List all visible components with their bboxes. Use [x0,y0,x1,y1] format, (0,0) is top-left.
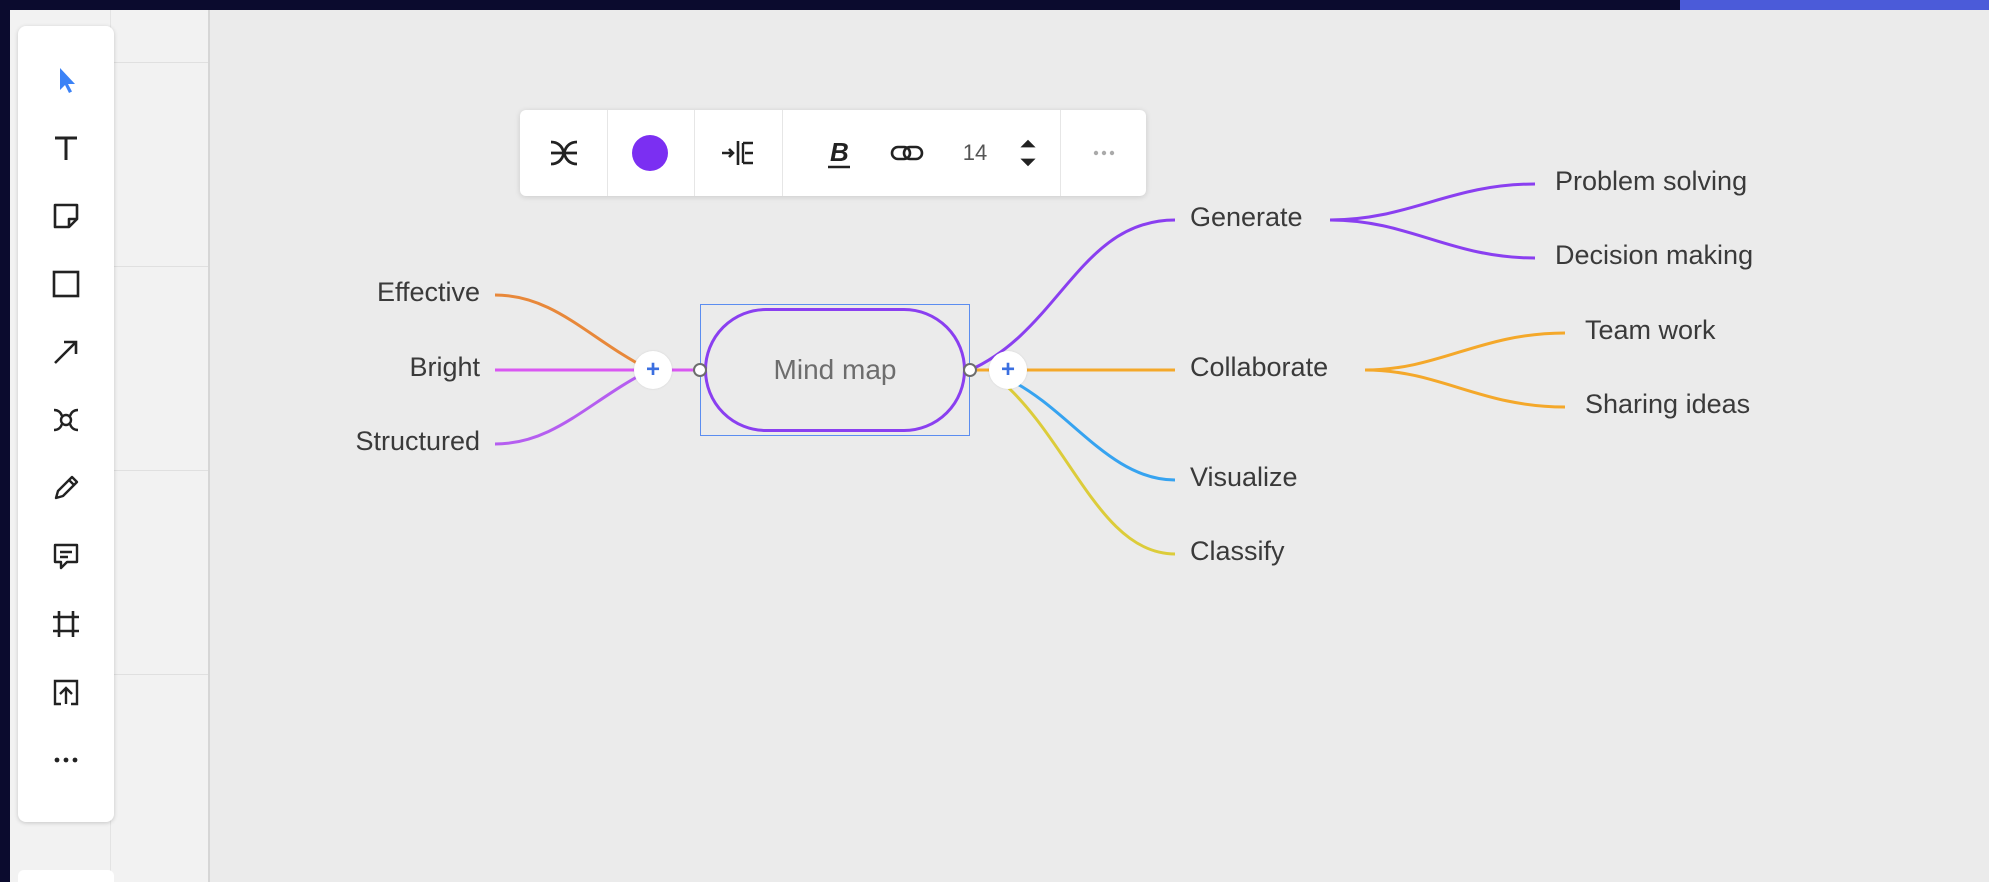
branch-sharing-ideas [1364,368,1566,409]
node-color-button[interactable] [620,123,680,183]
center-node-label: Mind map [773,354,897,385]
bold-button[interactable]: B [814,123,864,183]
link-button[interactable] [880,123,934,183]
more-horizontal-icon [1093,150,1115,156]
node-decision-making[interactable]: Decision making [1555,239,1753,271]
node-generate[interactable]: Generate [1190,201,1303,233]
add-left-child-button[interactable]: + [634,351,672,389]
node-context-toolbar: B 14 [520,110,1146,196]
center-node[interactable]: Mind map [704,308,966,432]
node-structured[interactable]: Structured [260,425,480,457]
color-swatch-icon [632,135,668,171]
node-team-work[interactable]: Team work [1585,314,1716,346]
node-problem-solving[interactable]: Problem solving [1555,165,1747,197]
branch-problem-solving [1329,182,1536,222]
separator [607,110,608,196]
node-visualize[interactable]: Visualize [1190,461,1298,493]
node-sharing-ideas[interactable]: Sharing ideas [1585,388,1750,420]
branch-decision-making [1329,218,1536,260]
center-node-selection[interactable]: Mind map [700,304,970,436]
node-classify[interactable]: Classify [1190,535,1285,567]
stepper-arrows-icon [1020,139,1036,167]
font-size-value: 14 [962,140,988,165]
mind-map-layout-icon [550,140,578,166]
separator [694,110,695,196]
branch-structured [494,368,651,446]
branch-direction-button[interactable] [708,123,768,183]
left-connection-handle[interactable] [693,363,707,377]
branch-visualize [1009,378,1176,482]
branch-effective [494,293,651,372]
bold-icon: B [828,137,850,169]
plus-icon: + [1000,356,1015,383]
branch-direction-icon [722,141,753,165]
font-size-stepper[interactable] [1010,123,1046,183]
plus-icon: + [645,356,660,383]
node-effective[interactable]: Effective [300,276,480,308]
branch-team-work [1364,331,1566,372]
right-connection-handle[interactable] [963,363,977,377]
branch-generate [969,218,1176,372]
node-bright[interactable]: Bright [300,351,480,383]
node-collaborate[interactable]: Collaborate [1190,351,1328,383]
layout-button[interactable] [534,123,594,183]
font-size-field[interactable]: 14 [950,123,1000,183]
link-icon [890,145,924,161]
add-right-child-button[interactable]: + [989,351,1027,389]
board-window: Effective Bright Structured Generate Col… [10,10,1989,882]
separator [1060,110,1061,196]
top-accent-bar [1680,0,1989,10]
branch-classify [999,378,1176,556]
separator [782,110,783,196]
svg-text:B: B [830,137,849,167]
more-options-button[interactable] [1076,123,1132,183]
